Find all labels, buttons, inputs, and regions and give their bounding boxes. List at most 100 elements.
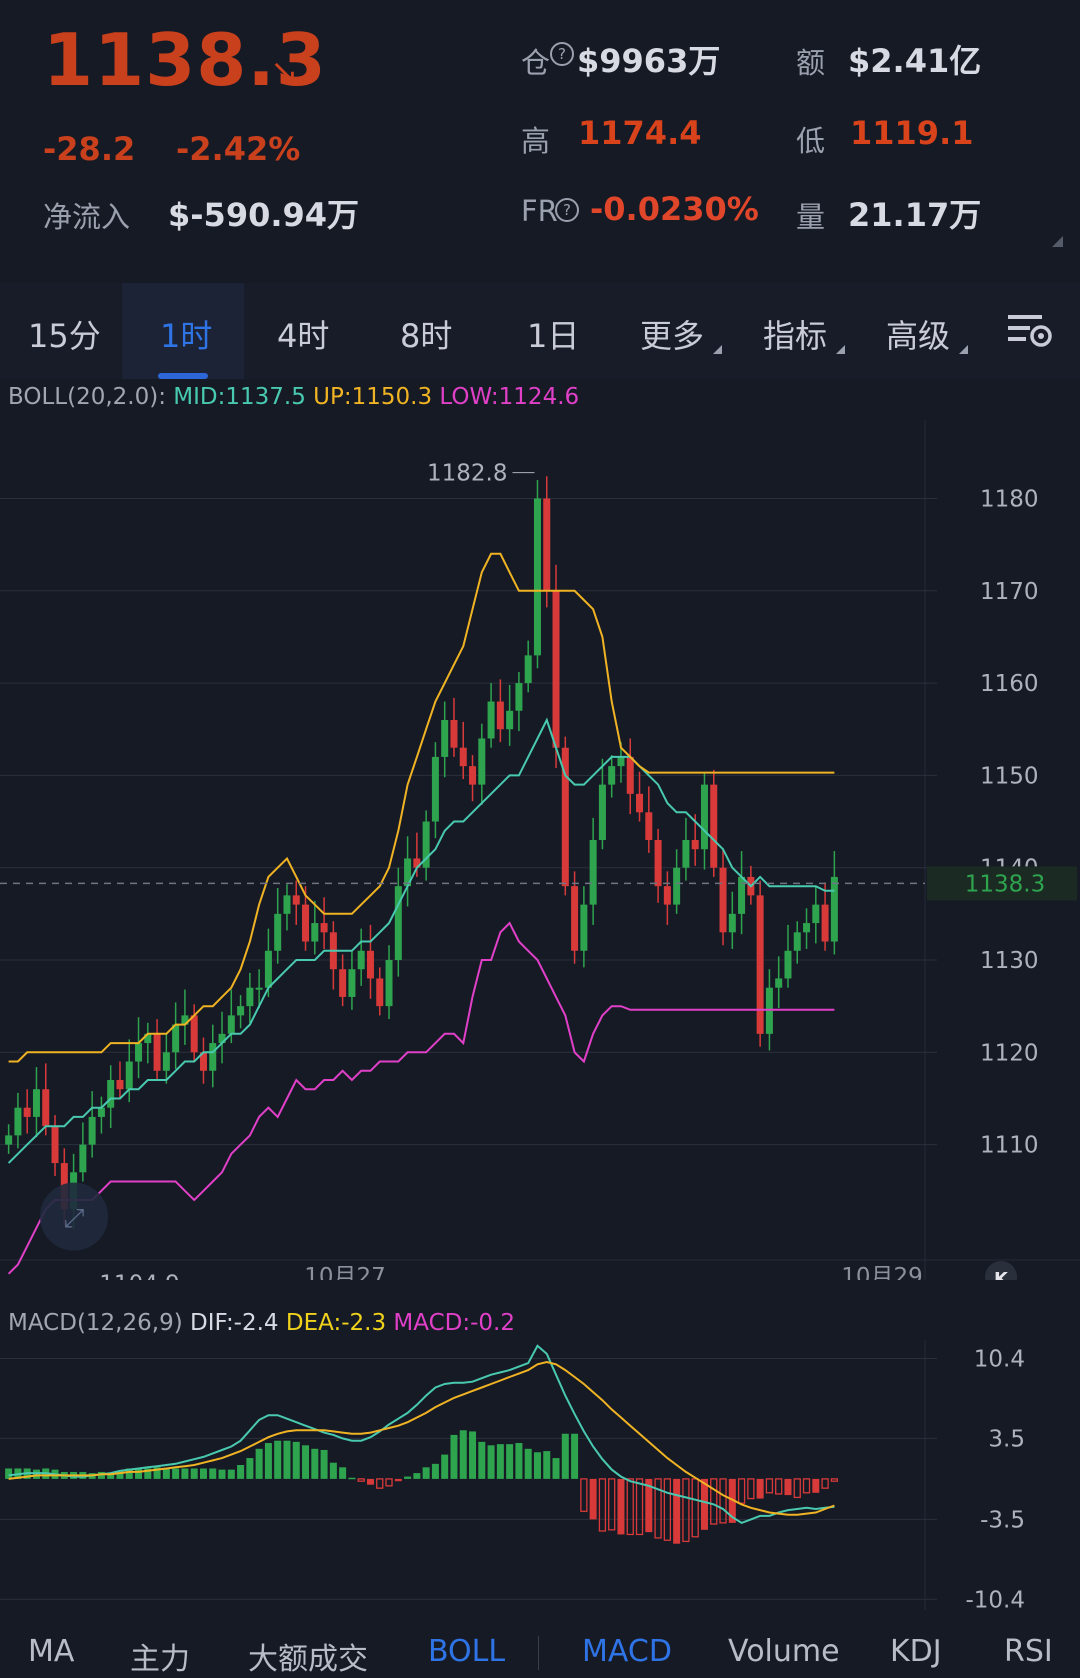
macd-histogram-bar: [339, 1467, 347, 1479]
candle-body: [292, 895, 300, 905]
y-tick-label: 1160: [980, 671, 1039, 697]
more-caret-icon: [713, 345, 722, 354]
macd-histogram-bar: [775, 1478, 783, 1495]
macd-name: MACD(12,26,9): [8, 1310, 183, 1336]
active-tab-underline: [158, 373, 208, 379]
y-tick-label: 1180: [980, 486, 1039, 512]
indicator-bar: MA 主力 大额成交 BOLL MACD Volume KDJ RSI: [0, 1610, 1080, 1677]
macd-histogram-bar: [710, 1478, 718, 1525]
macd-histogram-bar: [209, 1468, 217, 1479]
candlestick-chart[interactable]: 118011701160115011401130112011101138.311…: [0, 420, 1080, 1280]
macd-histogram-bar: [589, 1478, 597, 1520]
price-down-arrow-icon: ↘: [270, 52, 299, 92]
tab-15m[interactable]: 15分: [28, 311, 101, 357]
macd-histogram-bar: [673, 1478, 681, 1544]
tab-advanced[interactable]: 高级: [886, 311, 950, 357]
macd-histogram-bar: [459, 1430, 467, 1479]
volume-value: 21.17万: [848, 196, 982, 234]
y-tick-label: 1120: [980, 1040, 1039, 1066]
tab-4h[interactable]: 4时: [277, 311, 329, 357]
indicator-main-force[interactable]: 主力: [130, 1634, 190, 1678]
tab-indicators[interactable]: 指标: [763, 311, 827, 357]
candle-body: [51, 1126, 59, 1164]
macd-histogram-bar: [524, 1448, 532, 1479]
macd-histogram-bar: [199, 1468, 207, 1479]
macd-histogram-bar: [747, 1478, 755, 1500]
indicator-macd[interactable]: MACD: [582, 1634, 672, 1669]
info-icon[interactable]: ?: [550, 42, 574, 66]
low-value: 1119.1: [850, 114, 974, 152]
tab-8h[interactable]: 8时: [400, 311, 452, 357]
tab-1d[interactable]: 1日: [527, 311, 579, 357]
candle-body: [543, 498, 551, 591]
candle-body: [552, 590, 560, 748]
macd-histogram-bar: [255, 1448, 263, 1479]
amount-label: 额: [796, 46, 826, 80]
indicator-boll[interactable]: BOLL: [428, 1634, 505, 1669]
macd-histogram-bar: [135, 1468, 143, 1479]
indicator-rsi[interactable]: RSI: [1004, 1634, 1053, 1669]
candle-body: [506, 710, 514, 730]
candle-body: [636, 793, 644, 813]
y-tick-label: 1170: [980, 579, 1039, 605]
boll-legend: BOLL(20,2.0): MID:1137.5 UP:1150.3 LOW:1…: [8, 384, 579, 410]
macd-histogram-bar: [719, 1478, 727, 1524]
indicator-volume[interactable]: Volume: [728, 1634, 840, 1669]
amount-value: $2.41亿: [848, 42, 982, 80]
macd-chart[interactable]: 10.4 3.5 -3.5 -10.4: [0, 1340, 1080, 1612]
indicator-divider: [538, 1636, 539, 1670]
candle-body: [237, 1006, 245, 1016]
macd-histogram-bar: [394, 1478, 402, 1482]
macd-histogram-bar: [422, 1467, 430, 1479]
candle-body: [710, 784, 718, 868]
macd-histogram-bar: [496, 1444, 504, 1479]
macd-histogram-bar: [598, 1478, 607, 1532]
candle-body: [339, 969, 347, 997]
macd-histogram-bar: [543, 1451, 551, 1479]
macd-histogram-bar: [580, 1478, 588, 1512]
macd-histogram-bar: [626, 1478, 634, 1536]
macd-histogram-bar: [348, 1477, 356, 1480]
candle-body: [135, 1043, 143, 1062]
min-price-label: 1104.9: [99, 1272, 179, 1280]
tab-1h[interactable]: 1时: [160, 311, 212, 357]
macd-y-tick-label: 10.4: [974, 1347, 1025, 1373]
open-interest-label: 仓: [521, 46, 551, 80]
funding-rate-value: -0.0230%: [590, 190, 759, 228]
funding-info-icon[interactable]: ?: [555, 198, 579, 222]
macd-histogram-bar: [283, 1440, 291, 1479]
macd-histogram-bar: [32, 1469, 40, 1479]
candle-body: [357, 950, 365, 970]
candle-body: [125, 1061, 133, 1090]
candle-body: [88, 1116, 96, 1145]
indicators-caret-icon: [836, 345, 845, 354]
macd-histogram-bar: [765, 1478, 774, 1494]
macd-histogram-bar: [691, 1478, 699, 1538]
indicator-kdj[interactable]: KDJ: [890, 1634, 942, 1669]
macd-histogram-bar: [793, 1478, 801, 1499]
candle-body: [348, 969, 356, 997]
candle-body: [311, 923, 319, 942]
y-tick-label: 1110: [980, 1133, 1039, 1159]
macd-histogram-bar: [190, 1468, 198, 1479]
candle-body: [496, 701, 504, 730]
candle-body: [756, 895, 764, 1034]
macd-histogram-bar: [450, 1434, 458, 1479]
indicator-large-trades[interactable]: 大额成交: [248, 1634, 368, 1678]
candle-body: [385, 960, 393, 1007]
macd-histogram-bar: [663, 1478, 672, 1541]
tab-more[interactable]: 更多: [640, 311, 704, 357]
chart-settings-icon[interactable]: [1006, 311, 1054, 351]
macd-histogram-bar: [320, 1449, 328, 1479]
macd-histogram-bar: [802, 1478, 811, 1494]
expand-corner-icon[interactable]: [1052, 236, 1063, 247]
macd-histogram-bar: [821, 1478, 829, 1489]
candle-body: [812, 904, 820, 924]
volume-label: 量: [796, 200, 826, 234]
macd-legend: MACD(12,26,9) DIF:-2.4 DEA:-2.3 MACD:-0.…: [8, 1310, 515, 1336]
candle-body: [775, 978, 783, 988]
indicator-ma[interactable]: MA: [28, 1634, 74, 1669]
macd-histogram-bar: [571, 1433, 579, 1479]
candle-body: [302, 904, 310, 942]
candle-body: [107, 1080, 115, 1108]
